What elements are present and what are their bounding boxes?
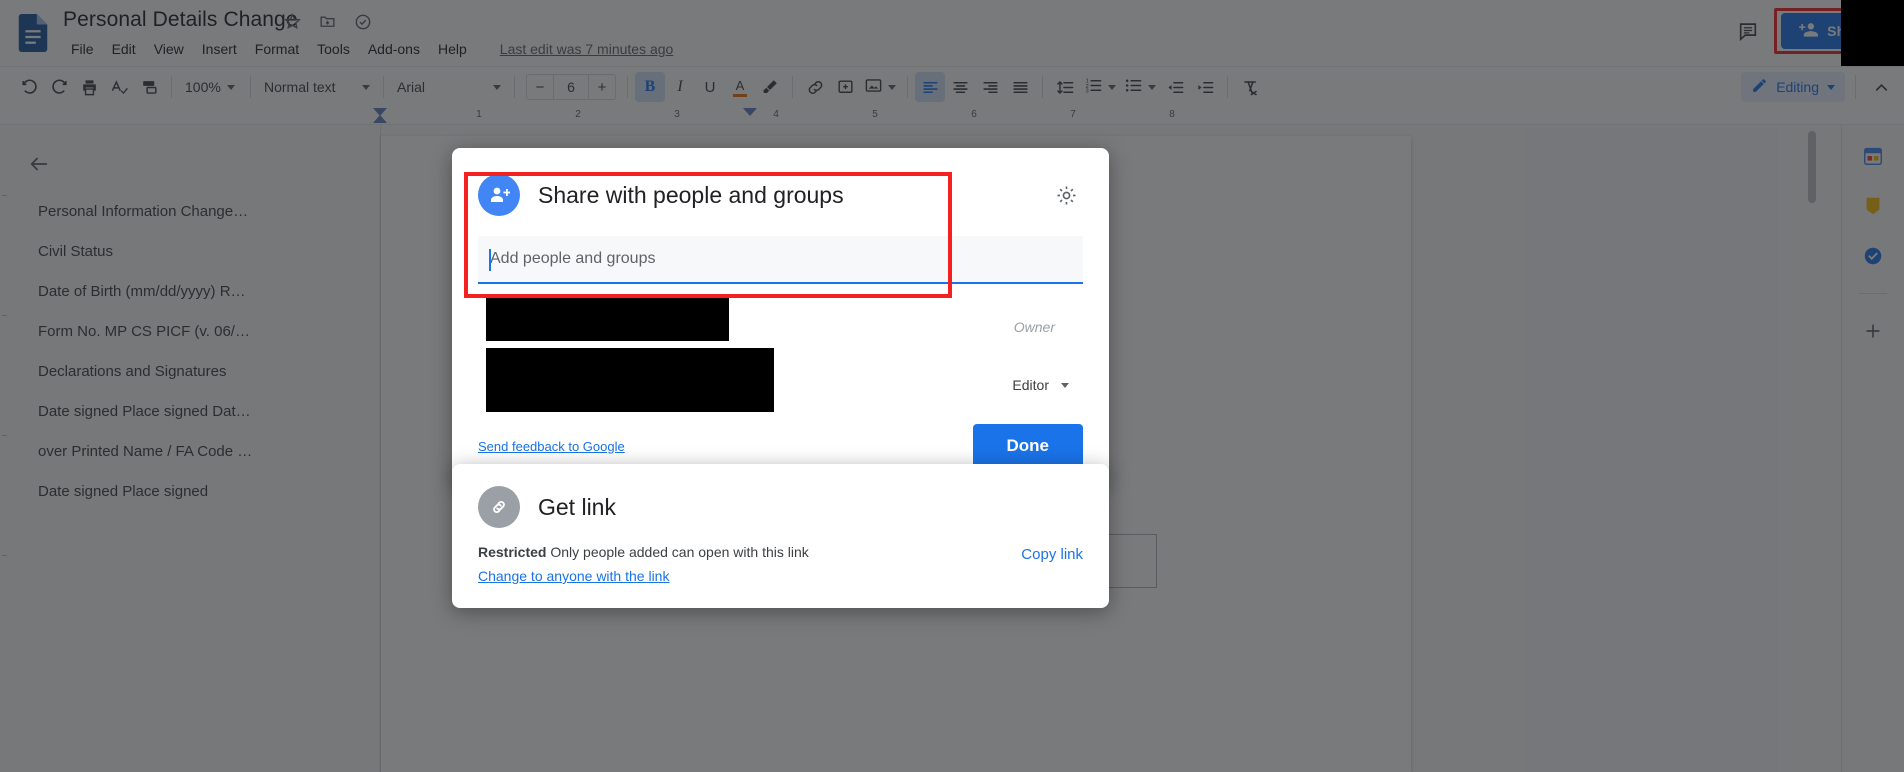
link-icon [478, 486, 520, 528]
link-access-description: Only people added can open with this lin… [550, 544, 809, 560]
change-link-access-link[interactable]: Change to anyone with the link [478, 568, 1021, 584]
add-people-input[interactable] [478, 236, 1083, 284]
copy-link-button[interactable]: Copy link [1021, 544, 1083, 563]
link-access-level: Restricted [478, 544, 547, 560]
gear-icon[interactable] [1047, 176, 1085, 214]
person-row-editor: Editor [478, 348, 1083, 414]
text-cursor [489, 249, 491, 271]
add-people-input-wrapper [478, 236, 1083, 284]
get-link-title: Get link [538, 493, 616, 520]
get-link-card: Get link Restricted Only people added ca… [452, 464, 1109, 608]
get-link-body: Restricted Only people added can open wi… [478, 544, 1083, 584]
redaction-block [486, 294, 729, 341]
get-link-texts: Restricted Only people added can open wi… [478, 544, 1021, 584]
owner-role-label: Owner [1013, 319, 1055, 335]
chevron-down-icon [1061, 382, 1069, 388]
share-dialog-title: Share with people and groups [538, 181, 844, 208]
send-feedback-link[interactable]: Send feedback to Google [478, 439, 625, 454]
people-list: Owner Editor [452, 294, 1109, 414]
person-add-icon [478, 174, 520, 216]
redaction-block-top-right [1841, 0, 1904, 66]
get-link-header: Get link [478, 486, 1083, 528]
share-dialog-header: Share with people and groups [452, 148, 1109, 216]
share-dialog: Share with people and groups Owner Edito… [452, 148, 1109, 484]
redaction-block [486, 348, 774, 412]
done-button[interactable]: Done [972, 424, 1083, 468]
editor-role-dropdown[interactable]: Editor [1012, 377, 1083, 393]
editor-role-label: Editor [1012, 377, 1049, 393]
link-access-status: Restricted Only people added can open wi… [478, 544, 1021, 560]
